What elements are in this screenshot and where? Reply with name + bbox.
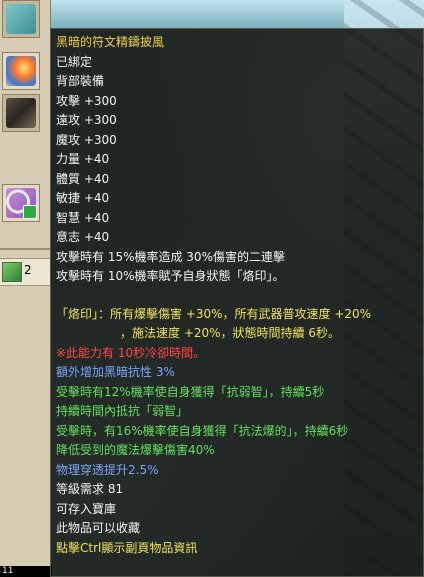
- stat-line: 體質 +40: [56, 171, 110, 186]
- stack-count: 2: [24, 263, 32, 277]
- inventory-slot[interactable]: [2, 184, 40, 222]
- stat-line: 魔攻 +300: [56, 132, 117, 147]
- ring-badge-icon: [23, 205, 37, 219]
- wing-cape-icon: [6, 56, 36, 86]
- weaken-effect-cont: 持續時間內抵抗「弱智」: [56, 404, 189, 418]
- storable-note: 可存入寶庫: [56, 501, 117, 516]
- penetration: 物理穿透提升2.5%: [56, 462, 159, 477]
- brand-description: 「烙印」：所有爆擊傷害 +30%，所有武器普攻速度 +20%: [56, 306, 372, 321]
- collectable-note: 此物品可以收藏: [56, 521, 141, 535]
- status-text: 11: [0, 566, 52, 577]
- stat-line: 智慧 +40: [56, 210, 110, 225]
- inventory-panel: 2 11: [0, 0, 52, 577]
- inventory-slot[interactable]: [2, 94, 40, 132]
- cooldown-note: ※此能力有 10秒冷卻時間。: [56, 345, 206, 360]
- stat-line: 敏捷 +40: [56, 191, 110, 205]
- effect-line: 攻擊時有 15%機率造成 30%傷害的二連擊: [56, 249, 285, 264]
- anti-burst-effect-cont: 降低受到的魔法爆擊傷害40%: [56, 443, 215, 457]
- effect-line: 攻擊時有 10%機率賦予自身狀態「烙印」。: [56, 269, 285, 283]
- stack-slot[interactable]: 2: [0, 258, 50, 286]
- stat-line: 攻擊 +300: [56, 93, 117, 108]
- dark-resist: 額外增加黑暗抗性 3%: [56, 365, 175, 379]
- ctrl-hint: 點擊Ctrl顯示副頁物品資訊: [56, 540, 198, 555]
- inventory-slot-selected[interactable]: [2, 52, 40, 90]
- weaken-effect: 受擊時有12%機率使自身獲得「抗弱智」，持續5秒: [56, 384, 325, 399]
- item-tooltip: 黑暗的符文精鑄披風 已綁定 背部裝備 攻擊 +300 遠攻 +300 魔攻 +3…: [50, 28, 424, 577]
- item-name: 黑暗的符文精鑄披風: [56, 35, 165, 49]
- stat-line: 意志 +40: [56, 230, 110, 244]
- stat-line: 力量 +40: [56, 152, 110, 166]
- brand-description-cont: ，施法速度 +20%，狀態時間持續 6秒。: [120, 326, 340, 340]
- level-requirement: 等級需求 81: [56, 482, 124, 496]
- bind-status: 已綁定: [56, 54, 93, 69]
- stat-line: 遠攻 +300: [56, 113, 117, 127]
- claw-icon: [6, 98, 36, 128]
- slot-type: 背部裝備: [56, 74, 105, 88]
- anti-burst-effect: 受擊時，有16%機率使自身獲得「抗法爆的」，持續6秒: [56, 423, 349, 438]
- leaf-icon: [2, 262, 22, 282]
- teal-item-icon: [6, 4, 36, 34]
- inventory-slot[interactable]: [2, 0, 40, 38]
- inventory-divider: [0, 248, 50, 250]
